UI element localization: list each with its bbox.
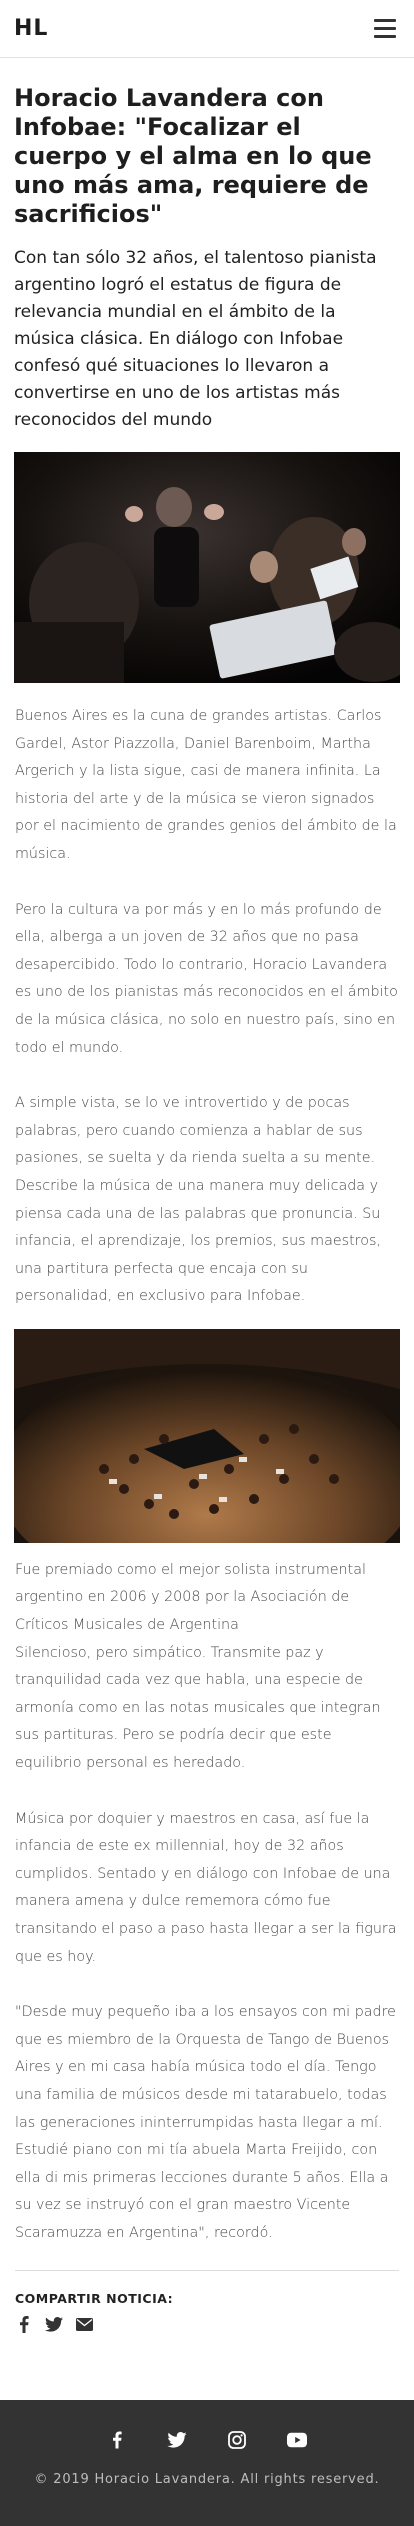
menu-line [374, 27, 396, 30]
youtube-icon[interactable] [287, 2430, 307, 2450]
instagram-icon[interactable] [227, 2430, 247, 2450]
top-bar: HL [0, 0, 414, 58]
facebook-icon[interactable] [15, 2316, 33, 2334]
share-icons [0, 2306, 414, 2334]
article-title: Horacio Lavandera con Infobae: "Focaliza… [14, 84, 372, 228]
article-paragraph: Buenos Aires es la cuna de grandes artis… [15, 708, 397, 862]
menu-line [374, 19, 396, 22]
email-icon[interactable] [75, 2316, 93, 2334]
share-title: COMPARTIR NOTICIA: [15, 2290, 174, 2306]
article-paragraph: Pero la cultura va por más y en lo más p… [15, 901, 398, 1056]
footer-social-icons [107, 2430, 307, 2450]
article-paragraph: A simple vista, se lo ve introvertido y … [15, 1095, 381, 1305]
facebook-icon[interactable] [107, 2430, 127, 2450]
site-logo[interactable]: HL [14, 16, 48, 41]
twitter-icon[interactable] [167, 2430, 187, 2450]
article-paragraph: Música por doquier y maestros en casa, a… [15, 1810, 397, 1965]
photo-conductor-orchestra [14, 452, 400, 683]
copyright-text: © 2019 Horacio Lavandera. All rights res… [34, 2471, 380, 2487]
article-paragraph: Fue premiado como el mejor solista instr… [15, 1561, 381, 1772]
hamburger-icon[interactable] [374, 16, 400, 42]
site-footer: © 2019 Horacio Lavandera. All rights res… [0, 2399, 414, 2526]
article-paragraph: "Desde muy pequeño iba a los ensayos con… [15, 2004, 396, 2241]
photo-orchestra-stage [14, 1328, 400, 1543]
article-photo-stage [14, 1328, 400, 1543]
twitter-icon[interactable] [45, 2316, 63, 2334]
menu-line [374, 35, 396, 38]
article-lead: Con tan sólo 32 años, el talentoso piani… [14, 248, 377, 430]
article: Horacio Lavandera con Infobae: "Focaliza… [0, 58, 414, 2334]
article-photo-rehearsal [14, 452, 400, 683]
